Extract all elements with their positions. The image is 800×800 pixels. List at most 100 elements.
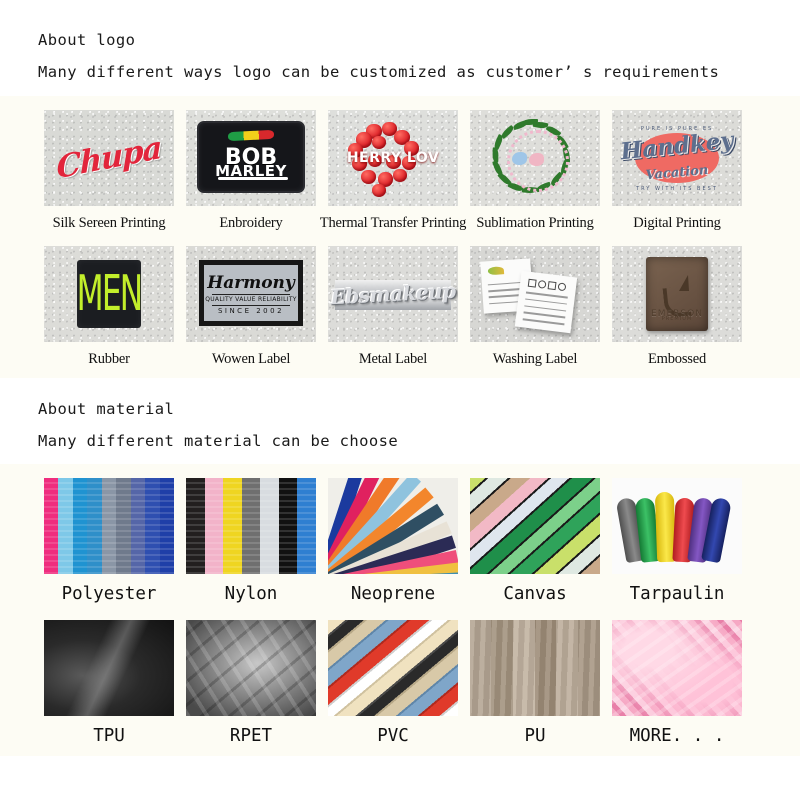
- tpu-sheen: [44, 620, 174, 716]
- material-row-1: Polyester Nylon Neoprene Canvas Tarpauli…: [0, 478, 800, 604]
- logo-item-woven-label[interactable]: Harmony QUALITY VALUE RELIABILITY SINCE …: [180, 246, 322, 368]
- harmony-name-text: Harmony: [207, 272, 295, 293]
- herry-lov-text: HERRY LOV: [346, 150, 440, 167]
- material-item-tpu[interactable]: TPU: [38, 620, 180, 746]
- material-item-pu[interactable]: PU: [464, 620, 606, 746]
- logo-item-label: Silk Sereen Printing: [52, 215, 166, 231]
- pvc-image[interactable]: [328, 620, 458, 716]
- logo-item-silk-screen-printing[interactable]: Chupa Silk Sereen Printing: [38, 110, 180, 232]
- tarpaulin-image[interactable]: [612, 478, 742, 574]
- material-section-subtitle: Many different material can be choose: [38, 432, 399, 450]
- digital-printing-image[interactable]: PURE IS PURE ES Handkey Vacation TRY WIT…: [612, 110, 742, 206]
- material-item-neoprene[interactable]: Neoprene: [322, 478, 464, 604]
- harmony-since-text: SINCE 2002: [217, 307, 285, 315]
- material-row-2: TPU RPET PVC PU MORE. . .: [0, 620, 800, 746]
- fur-sheen: [612, 620, 742, 716]
- nylon-image[interactable]: [186, 478, 316, 574]
- brand-leaf-icon: [487, 266, 505, 276]
- material-item-pvc[interactable]: PVC: [322, 620, 464, 746]
- material-item-label: TPU: [93, 726, 125, 746]
- logo-section-subtitle: Many different ways logo can be customiz…: [38, 63, 720, 81]
- underline-bar: [217, 176, 289, 180]
- men-text: MEN: [76, 265, 143, 323]
- material-item-tarpaulin[interactable]: Tarpaulin: [606, 478, 748, 604]
- logo-item-label: Digital Printing: [633, 215, 721, 231]
- material-panel: Polyester Nylon Neoprene Canvas Tarpauli…: [0, 464, 800, 756]
- more-image[interactable]: [612, 620, 742, 716]
- section-material: About material Many different material c…: [0, 400, 800, 756]
- material-item-label: Canvas: [503, 584, 567, 604]
- material-item-label: Tarpaulin: [629, 584, 725, 604]
- logo-item-label: Metal Label: [358, 351, 428, 367]
- emerson-subtext: PREMIUM: [661, 316, 693, 323]
- washing-label-image[interactable]: [470, 246, 600, 342]
- material-item-label: PU: [524, 726, 546, 746]
- metal-label-image[interactable]: Ebsmakeup: [328, 246, 458, 342]
- product-detail-page: About logo Many different ways logo can …: [0, 0, 800, 800]
- embroidered-patch: BOB MARLEY: [197, 121, 305, 193]
- leather-patch: EMERSON PREMIUM: [646, 257, 708, 331]
- logo-item-digital-printing[interactable]: PURE IS PURE ES Handkey Vacation TRY WIT…: [606, 110, 748, 232]
- material-item-canvas[interactable]: Canvas: [464, 478, 606, 604]
- sublimation-printing-image[interactable]: [470, 110, 600, 206]
- material-item-rpet[interactable]: RPET: [180, 620, 322, 746]
- logo-item-label: Washing Label: [492, 351, 578, 367]
- silk-screen-printing-image[interactable]: Chupa: [44, 110, 174, 206]
- embroidery-image[interactable]: BOB MARLEY: [186, 110, 316, 206]
- rpet-folds: [186, 620, 316, 716]
- material-item-label: PVC: [377, 726, 409, 746]
- bird-blue-icon: [512, 152, 527, 165]
- pvc-diagonal-sheets: [328, 620, 458, 716]
- logo-panel: Chupa Silk Sereen Printing BOB MARLEY En…: [0, 96, 800, 378]
- weave-texture: [186, 478, 316, 574]
- logo-item-label: Enbroidery: [219, 215, 283, 231]
- rubber-image[interactable]: MEN: [44, 246, 174, 342]
- woven-label-image[interactable]: Harmony QUALITY VALUE RELIABILITY SINCE …: [186, 246, 316, 342]
- logo-item-label: Wowen Label: [211, 351, 291, 367]
- care-tag-back: [514, 270, 578, 334]
- weave-texture: [44, 478, 174, 574]
- tpu-image[interactable]: [44, 620, 174, 716]
- label-inner: Harmony QUALITY VALUE RELIABILITY SINCE …: [204, 265, 298, 321]
- section-logo: About logo Many different ways logo can …: [0, 0, 800, 378]
- material-section-title: About material: [38, 400, 175, 418]
- material-item-label: Neoprene: [350, 584, 436, 604]
- canvas-diagonal-stripes: [470, 478, 600, 574]
- material-item-nylon[interactable]: Nylon: [180, 478, 322, 604]
- logo-row-1: Chupa Silk Sereen Printing BOB MARLEY En…: [0, 110, 800, 232]
- logo-item-label: Sublimation Printing: [476, 215, 594, 231]
- logo-item-sublimation-printing[interactable]: Sublimation Printing: [464, 110, 606, 232]
- neoprene-fanned-sheets: [328, 478, 458, 574]
- neoprene-image[interactable]: [328, 478, 458, 574]
- logo-row-2: MEN Rubber Harmony QUALITY VALUE RELIABI…: [0, 246, 800, 368]
- thermal-transfer-printing-image[interactable]: HERRY LOV: [328, 110, 458, 206]
- logo-item-embroidery[interactable]: BOB MARLEY Enbroidery: [180, 110, 322, 232]
- logo-item-metal-label[interactable]: Ebsmakeup Metal Label: [322, 246, 464, 368]
- material-item-label: MORE. . .: [629, 726, 725, 746]
- embossed-image[interactable]: EMERSON PREMIUM: [612, 246, 742, 342]
- logo-item-label: Rubber: [88, 351, 130, 367]
- harmony-tagline-text: QUALITY VALUE RELIABILITY: [205, 295, 297, 303]
- pu-image[interactable]: [470, 620, 600, 716]
- logo-item-embossed[interactable]: EMERSON PREMIUM Embossed: [606, 246, 748, 368]
- polyester-image[interactable]: [44, 478, 174, 574]
- label-frame: Harmony QUALITY VALUE RELIABILITY SINCE …: [199, 260, 303, 326]
- logo-item-label: Embossed: [647, 351, 706, 367]
- pu-suede-sheen: [470, 620, 600, 716]
- logo-item-thermal-transfer-printing[interactable]: HERRY LOV Thermal Transfer Printing: [319, 110, 467, 232]
- material-item-more[interactable]: MORE. . .: [606, 620, 748, 746]
- material-item-label: Polyester: [61, 584, 157, 604]
- logo-section-title: About logo: [38, 31, 136, 49]
- material-item-polyester[interactable]: Polyester: [38, 478, 180, 604]
- rasta-stripe-icon: [227, 129, 275, 142]
- logo-item-rubber[interactable]: MEN Rubber: [38, 246, 180, 368]
- bird-pink-icon: [529, 153, 544, 166]
- canvas-image[interactable]: [470, 478, 600, 574]
- logo-item-label: Thermal Transfer Printing: [319, 215, 467, 231]
- rpet-image[interactable]: [186, 620, 316, 716]
- material-item-label: Nylon: [224, 584, 278, 604]
- logo-item-washing-label[interactable]: Washing Label: [464, 246, 606, 368]
- tarpaulin-rolls: [612, 478, 742, 574]
- material-item-label: RPET: [229, 726, 273, 746]
- lightning-bolt-icon: [678, 274, 693, 291]
